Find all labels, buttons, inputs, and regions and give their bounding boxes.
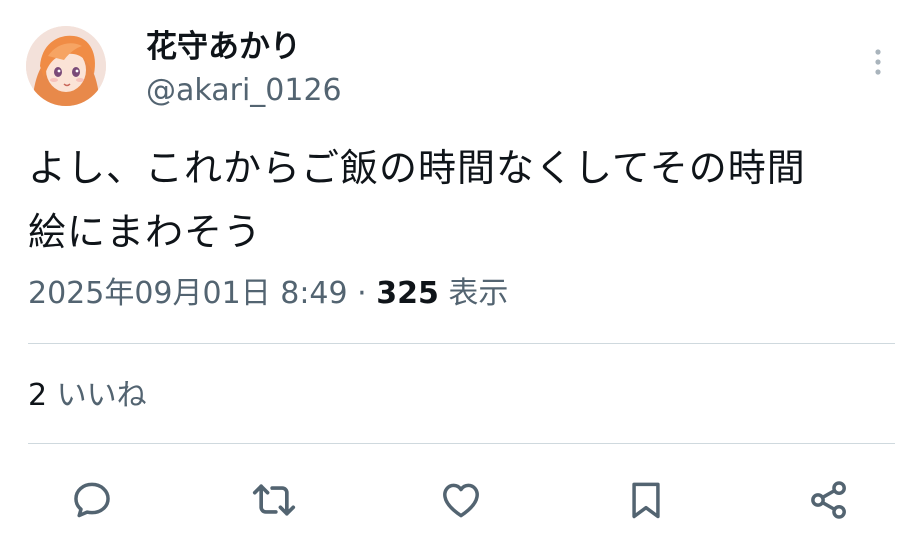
reply-icon xyxy=(74,482,110,518)
tweet-text-line: よし、これからご飯の時間なくしてその時間 xyxy=(28,146,806,190)
heart-icon xyxy=(443,483,479,518)
views-label: 表示 xyxy=(448,276,509,311)
divider xyxy=(28,443,895,444)
share-button[interactable] xyxy=(803,474,855,526)
avatar-illustration xyxy=(26,26,106,106)
tweet-timestamp[interactable]: 2025年09月01日 8:49 xyxy=(28,276,348,311)
meta-separator: · xyxy=(357,276,367,311)
bookmark-button[interactable] xyxy=(620,474,672,526)
likes-label: いいね xyxy=(56,378,147,413)
divider xyxy=(28,343,895,344)
tweet-meta: 2025年09月01日 8:49 · 325 表示 xyxy=(28,274,508,314)
avatar[interactable] xyxy=(26,26,106,106)
author-handle[interactable]: @akari_0126 xyxy=(146,72,342,110)
author-display-name[interactable]: 花守あかり xyxy=(146,28,301,66)
bookmark-icon xyxy=(632,482,660,519)
more-vertical-icon xyxy=(875,49,881,75)
retweet-icon xyxy=(252,484,296,516)
likes-count: 2 xyxy=(28,378,48,413)
share-icon xyxy=(811,481,846,519)
tweet-text-line: 絵にまわそう xyxy=(28,210,263,254)
reply-button[interactable] xyxy=(66,474,118,526)
more-options-button[interactable] xyxy=(862,44,894,80)
views-count: 325 xyxy=(376,276,439,311)
retweet-button[interactable] xyxy=(248,474,300,526)
like-button[interactable] xyxy=(435,474,487,526)
likes-summary[interactable]: 2 いいね xyxy=(28,376,147,416)
tweet-detail: 花守あかり @akari_0126 よし、これからご飯の時間なくしてその時間 絵… xyxy=(0,0,923,552)
tweet-text: よし、これからご飯の時間なくしてその時間 絵にまわそう xyxy=(28,136,898,264)
